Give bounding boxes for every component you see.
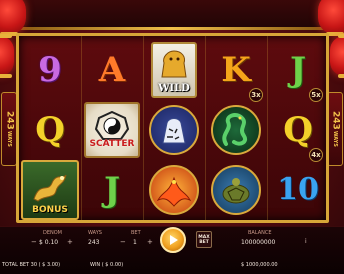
denom-decrease-button[interactable]: − — [31, 238, 37, 246]
top-banner — [20, 0, 324, 30]
bonus-symbol: BONUS — [21, 160, 79, 220]
info-icon[interactable]: i — [305, 238, 307, 245]
denom-label: DENOM — [43, 230, 62, 236]
scatter-symbol: SCATTER — [84, 102, 140, 158]
reel2-row1-symbol: A — [82, 40, 142, 100]
reel3-row2-symbol — [144, 100, 204, 160]
reel1-row1-symbol: 9 — [20, 40, 80, 100]
dragon-icon — [211, 105, 261, 155]
scatter-label: SCATTER — [89, 139, 135, 149]
lantern-decoration — [318, 0, 344, 36]
spin-button[interactable] — [160, 227, 186, 253]
symbol-q: Q — [35, 110, 65, 150]
symbol-a: A — [98, 50, 126, 90]
ways-side-panel-right: 243 WAYS — [327, 92, 343, 166]
bonus-label: BONUS — [32, 205, 68, 215]
multiplier-badge: 3x — [249, 88, 263, 102]
reel2-row2-symbol: SCATTER — [82, 100, 142, 160]
reel3-row3-symbol — [144, 160, 204, 220]
multiplier-badge: 4x — [309, 148, 323, 162]
ways-side-panel-left: 243 WAYS — [1, 92, 17, 166]
reel1-row2-symbol: Q — [20, 100, 80, 160]
lantern-decoration — [330, 34, 344, 78]
denom-value: $ 0.10 — [39, 239, 59, 246]
wild-symbol: WILD — [151, 42, 197, 98]
total-bet-text: TOTAL BET 30 ( $ 3.00) — [2, 262, 61, 268]
symbol-k: K — [221, 50, 251, 90]
ways-word: WAYS — [332, 131, 338, 148]
ways-value: 243 — [88, 239, 100, 246]
play-icon — [170, 235, 178, 245]
ways-number: 243 — [4, 110, 15, 130]
bet-increase-button[interactable]: + — [147, 238, 153, 246]
reel-frame: 9 Q BONUS A SCATTER J WILD K J Q 10 3x 5… — [16, 33, 329, 223]
game-stage: 243 WAYS 243 WAYS 9 Q BONUS A SCATTER J … — [0, 0, 344, 274]
golden-dragon-icon — [33, 174, 67, 202]
ways-word: WAYS — [6, 131, 12, 148]
reel1-row3-symbol: BONUS — [20, 160, 80, 220]
symbol-j: J — [289, 50, 307, 90]
tiger-icon — [149, 105, 199, 155]
golden-lion-icon — [161, 50, 187, 78]
symbol-10: 10 — [277, 172, 319, 207]
ways-label: WAYS — [88, 230, 102, 236]
wild-label: WILD — [158, 83, 190, 94]
phoenix-icon — [149, 165, 199, 215]
max-bet-label-line2: BET — [199, 239, 209, 245]
win-text: WIN ( $ 0.00) — [90, 262, 124, 268]
yin-yang-bagua-icon — [95, 111, 129, 140]
balance-label: BALANCE — [248, 230, 272, 236]
ways-number: 243 — [330, 110, 341, 130]
symbol-q: Q — [283, 110, 313, 150]
bet-decrease-button[interactable]: − — [120, 238, 126, 246]
reel4-row3-symbol — [206, 160, 266, 220]
turtle-icon — [211, 165, 261, 215]
reel5-row3-symbol: 10 — [268, 160, 328, 220]
multiplier-badge: 5x — [309, 88, 323, 102]
symbol-j: J — [103, 170, 121, 210]
denom-increase-button[interactable]: + — [67, 238, 73, 246]
balance-currency-text: $ 1000,000.00 — [241, 262, 278, 268]
reel3-row1-symbol: WILD — [144, 40, 204, 100]
lantern-decoration — [0, 34, 14, 78]
symbol-9: 9 — [38, 50, 62, 90]
reel4-row2-symbol — [206, 100, 266, 160]
reel2-row3-symbol: J — [82, 160, 142, 220]
bet-value: 1 — [133, 239, 137, 246]
bet-label: BET — [131, 230, 141, 236]
balance-value: 100000000 — [241, 239, 276, 246]
max-bet-button[interactable]: MAX BET — [196, 231, 212, 248]
